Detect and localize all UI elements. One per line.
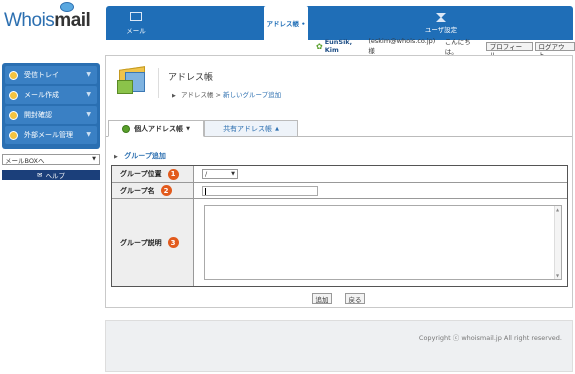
nav-mail[interactable]: メール (116, 6, 156, 40)
nav-address-text: アドレス帳 (266, 20, 300, 28)
step-badge: 1 (167, 168, 179, 180)
form-row-group-description: グループ説明 3 ▲ ▼ (112, 199, 567, 286)
sidebar-item-inbox[interactable]: 受信トレイ ▼ (5, 66, 97, 84)
scroll-up-icon[interactable]: ▲ (556, 207, 559, 212)
sidebar-item-external-mail[interactable]: 外部メール管理 ▼ (5, 126, 97, 144)
chevron-down-icon: ▲ (275, 125, 279, 132)
book-shape (117, 80, 133, 94)
help-label: ヘルプ (45, 172, 65, 180)
copyright-text: Copyright ⓒ whoismail.jp All right reser… (418, 334, 562, 342)
tab-personal-label: 個人アドレス帳 (134, 124, 184, 133)
nav-mail-label: メール (126, 26, 146, 35)
logo-whois-text: Whois (4, 10, 55, 31)
greeting-text: こんにちは。 (444, 38, 471, 56)
caret-right-icon: ▶ (172, 93, 176, 99)
chevron-down-icon: ▼ (92, 156, 96, 162)
sidebar-item-read-receipt[interactable]: 開封確認 ▼ (5, 106, 97, 124)
form-row-group-position: グループ位置 1 / ▼ (112, 166, 567, 183)
breadcrumb: ▶ アドレス帳 > 新しいグループ追加 (172, 89, 281, 99)
tab-shared-label: 共有アドレス帳 (223, 124, 273, 133)
help-button[interactable]: ✉ ヘルプ (2, 170, 100, 180)
scroll-down-icon[interactable]: ▼ (556, 273, 559, 278)
mailbox-select-value: メールBOXへ (5, 156, 45, 165)
nav-address-label: アドレス帳 • (267, 18, 306, 28)
mailbox-select[interactable]: メールBOXへ ▼ (2, 154, 100, 165)
chevron-down-icon: ▼ (231, 171, 235, 177)
user-name: EunSik, Kim (324, 38, 353, 54)
tab-shared-address-book[interactable]: 共有アドレス帳 ▲ (204, 120, 298, 137)
chevron-down-icon: ▼ (186, 125, 190, 132)
chevron-down-icon: ▼ (86, 111, 91, 118)
compose-icon (9, 90, 18, 100)
form-label-text: グループ名 (120, 186, 155, 195)
logo-mail-text: mail (54, 10, 91, 31)
leaf-icon: ✿ (316, 41, 323, 51)
whoismail-logo[interactable]: Whois mail (4, 2, 100, 40)
scrollbar[interactable]: ▲ ▼ (554, 206, 561, 279)
back-button[interactable]: 戻る (345, 293, 365, 304)
chevron-down-icon: ▼ (86, 131, 91, 138)
sidebar-menu: 受信トレイ ▼ メール作成 ▼ 開封確認 ▼ 外部メール管理 ▼ (2, 63, 100, 149)
page-title: アドレス帳 (168, 73, 214, 83)
group-form-table: グループ位置 1 / ▼ グループ名 2 グループ説明 3 ▲ ▼ (111, 165, 568, 287)
nav-user-settings-label: ユーザ設定 (424, 25, 458, 34)
group-position-select[interactable]: / ▼ (202, 169, 238, 179)
caret-right-icon: ▶ (114, 154, 118, 160)
personal-icon (122, 124, 131, 133)
tab-bar: 個人アドレス帳 ▼ 共有アドレス帳 ▲ (106, 120, 572, 137)
section-title-text: グループ追加 (124, 152, 166, 160)
footer: Copyright ⓒ whoismail.jp All right reser… (105, 320, 573, 372)
form-label: グループ説明 3 (112, 199, 194, 286)
group-description-textarea[interactable]: ▲ ▼ (204, 205, 562, 280)
chevron-down-icon: ▼ (86, 71, 91, 78)
top-nav-bar: メール アドレス帳 • ユーザ設定 (106, 6, 573, 40)
profile-button[interactable]: プロフィール (485, 41, 533, 59)
chevron-down-icon: ▼ (86, 91, 91, 98)
sidebar-item-compose[interactable]: メール作成 ▼ (5, 86, 97, 104)
section-title: ▶ グループ追加 (114, 151, 166, 161)
breadcrumb-sep: > (215, 91, 221, 99)
user-email: (eskim@whois.co.jp)様 (368, 37, 436, 55)
form-label: グループ位置 1 (112, 166, 194, 182)
hourglass-icon (436, 12, 446, 22)
form-label: グループ名 2 (112, 183, 194, 198)
main-panel: アドレス帳 ▶ アドレス帳 > 新しいグループ追加 個人アドレス帳 ▼ 共有アド… (105, 55, 573, 308)
help-icon: ✉ (37, 171, 43, 179)
nav-address-book[interactable]: アドレス帳 • (264, 6, 308, 40)
sidebar-item-label: 外部メール管理 (24, 131, 73, 139)
step-badge: 3 (167, 237, 179, 248)
logo-mail-wrap: mail (54, 2, 91, 32)
header-divider (158, 68, 159, 98)
envelope-icon (9, 110, 18, 120)
address-book-icon (115, 64, 151, 96)
logout-button[interactable]: ログアウト (534, 41, 575, 59)
step-badge: 2 (160, 185, 172, 196)
group-position-value: / (205, 170, 208, 178)
sidebar-item-label: メール作成 (24, 91, 59, 99)
sidebar-item-label: 受信トレイ (24, 71, 59, 79)
form-row-group-name: グループ名 2 (112, 183, 567, 199)
breadcrumb-root[interactable]: アドレス帳 (181, 91, 214, 99)
sidebar-item-label: 開封確認 (24, 111, 52, 119)
group-name-input[interactable] (202, 186, 318, 196)
tab-personal-address-book[interactable]: 個人アドレス帳 ▼ (108, 120, 204, 137)
form-label-text: グループ位置 (120, 170, 162, 178)
breadcrumb-current[interactable]: 新しいグループ追加 (223, 91, 281, 99)
nav-address-dot: • (301, 20, 306, 28)
user-info-bar: ✿ EunSik, Kim (eskim@whois.co.jp)様 こんにちは… (316, 37, 575, 59)
add-button[interactable]: 追加 (312, 293, 332, 304)
form-label-text: グループ説明 (120, 238, 162, 247)
nav-user-settings[interactable]: ユーザ設定 (418, 6, 464, 40)
mail-icon (130, 11, 142, 21)
inbox-icon (9, 70, 18, 80)
gear-icon (9, 130, 18, 140)
